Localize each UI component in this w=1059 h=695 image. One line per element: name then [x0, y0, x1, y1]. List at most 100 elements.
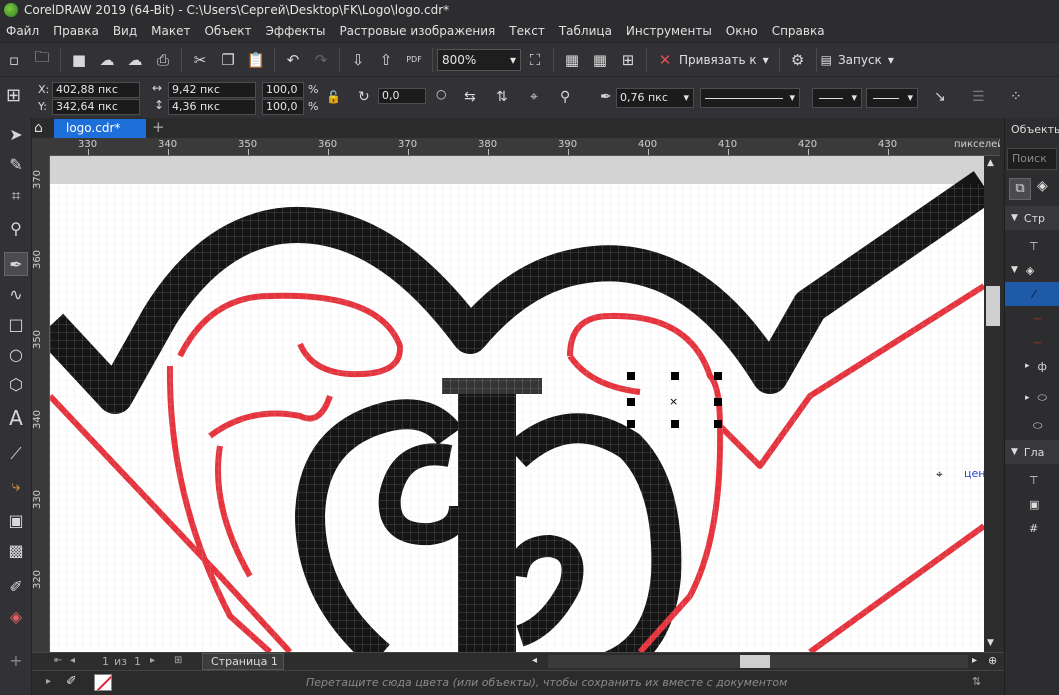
- pdf-export-icon[interactable]: PDF: [400, 46, 428, 74]
- rectangle-tool-icon[interactable]: □: [4, 312, 28, 336]
- expand-triangle-icon[interactable]: ▸: [1025, 393, 1030, 403]
- lock-ratio-icon[interactable]: 🔓: [326, 90, 341, 104]
- paste-icon[interactable]: 📋: [242, 46, 270, 74]
- ruler-origin-corner[interactable]: [32, 138, 50, 156]
- zoom-tool-icon[interactable]: ⚲: [4, 216, 28, 240]
- master-grid-row[interactable]: #: [1005, 516, 1059, 540]
- menu-text[interactable]: Текст: [509, 24, 545, 38]
- collapse-triangle-icon[interactable]: ▼: [1011, 447, 1018, 457]
- print-icon[interactable]: ⎙: [149, 46, 177, 74]
- copy-icon[interactable]: ❐: [214, 46, 242, 74]
- cloud-upload-icon[interactable]: ☁: [93, 46, 121, 74]
- height-field[interactable]: 4,36 пкс: [168, 99, 256, 115]
- page-tab[interactable]: Страница 1: [202, 653, 284, 670]
- end-arrow-select[interactable]: ▾: [866, 88, 918, 108]
- object-origin-icon[interactable]: ⊞: [6, 85, 21, 106]
- add-tab-icon[interactable]: +: [152, 118, 165, 136]
- connector-tool-icon[interactable]: ⤷: [4, 474, 28, 498]
- vertical-ruler[interactable]: 370 360 350 340 330 320: [32, 156, 50, 652]
- quick-trace-icon[interactable]: ⁘: [1010, 89, 1022, 105]
- scroll-up-icon[interactable]: ▲: [987, 158, 994, 168]
- horizontal-ruler[interactable]: 330 340 350 360 370 380 390 400 410 420 430 пикселе…: [50, 138, 1000, 156]
- collapse-triangle-icon[interactable]: ▼: [1011, 213, 1018, 223]
- menu-table[interactable]: Таблица: [559, 24, 612, 38]
- object-row[interactable]: ~: [1005, 306, 1059, 330]
- close-curve-icon[interactable]: ↘: [934, 89, 946, 105]
- layer-row[interactable]: ▼ ◈: [1005, 258, 1059, 282]
- cloud-download-icon[interactable]: ☁: [121, 46, 149, 74]
- scroll-right-icon[interactable]: ▸: [972, 655, 977, 666]
- open-folder-icon[interactable]: 🗀: [28, 46, 56, 74]
- snap-to-dropdown[interactable]: Привязать к ▾: [679, 53, 769, 67]
- prev-page-icon[interactable]: ◂: [70, 655, 75, 666]
- artistic-media-icon[interactable]: ∿: [4, 282, 28, 306]
- horizontal-scroll-thumb[interactable]: [740, 655, 770, 668]
- rotation-field[interactable]: 0,0: [378, 88, 426, 104]
- first-page-icon[interactable]: ⇤: [54, 655, 62, 666]
- vertical-scroll-thumb[interactable]: [986, 286, 1000, 326]
- layers-icon[interactable]: ◈: [1037, 178, 1048, 194]
- line-style-select[interactable]: ▾: [700, 88, 800, 108]
- page-view-icon[interactable]: ⧉: [1009, 178, 1031, 200]
- ellipse-tool-icon[interactable]: ○: [4, 342, 28, 366]
- eyedropper-small-icon[interactable]: ✐: [66, 674, 77, 689]
- group-row[interactable]: ▸ ф: [1005, 354, 1059, 378]
- outline-width-field[interactable]: 0,76 пкс ▾: [616, 88, 694, 108]
- redo-icon[interactable]: ↷: [307, 46, 335, 74]
- zoom-level-select[interactable]: 800% ▾: [437, 48, 521, 71]
- new-document-icon[interactable]: ▫: [0, 46, 28, 74]
- drop-shadow-icon[interactable]: ▣: [4, 508, 28, 532]
- node-edit-icon[interactable]: ⌖: [530, 89, 538, 105]
- pick-tool-icon[interactable]: ➤: [4, 122, 28, 146]
- export-icon[interactable]: ⇧: [372, 46, 400, 74]
- mirror-horizontal-icon[interactable]: ⇆: [464, 89, 476, 105]
- reduce-nodes-icon[interactable]: ⚲: [560, 89, 570, 105]
- full-screen-icon[interactable]: ⛶: [521, 46, 549, 74]
- show-guidelines-icon[interactable]: ⊞: [614, 46, 642, 74]
- add-page-icon[interactable]: ⊞: [174, 655, 182, 666]
- menu-bitmaps[interactable]: Растровые изображения: [339, 24, 495, 38]
- object-row[interactable]: ⬭: [1005, 414, 1059, 438]
- objects-search-field[interactable]: Поиск: [1007, 148, 1057, 170]
- import-icon[interactable]: ⇩: [344, 46, 372, 74]
- text-tool-icon[interactable]: A: [4, 406, 28, 430]
- polygon-tool-icon[interactable]: ⬡: [4, 372, 28, 396]
- launch-dropdown[interactable]: ▤ Запуск ▾: [821, 53, 894, 67]
- menu-window[interactable]: Окно: [726, 24, 758, 38]
- undo-icon[interactable]: ↶: [279, 46, 307, 74]
- menu-effects[interactable]: Эффекты: [265, 24, 325, 38]
- navigator-zoom-icon[interactable]: ⊕: [988, 654, 997, 667]
- menu-edit[interactable]: Правка: [53, 24, 99, 38]
- scroll-down-icon[interactable]: ▼: [987, 638, 994, 648]
- master-guides-row[interactable]: ⊤: [1005, 468, 1059, 492]
- mirror-vertical-icon[interactable]: ⇅: [496, 89, 508, 105]
- crop-tool-icon[interactable]: ⌗: [4, 184, 28, 208]
- drawing-canvas[interactable]: × ⌖ цен: [50, 156, 984, 652]
- options-gear-icon[interactable]: ⚙: [784, 46, 812, 74]
- home-icon[interactable]: ⌂: [34, 120, 43, 136]
- width-field[interactable]: 9,42 пкс: [168, 82, 256, 98]
- show-grid-icon[interactable]: ▦: [586, 46, 614, 74]
- object-row[interactable]: ~: [1005, 330, 1059, 354]
- scroll-left-icon[interactable]: ◂: [532, 655, 537, 666]
- group-row[interactable]: ▸ ⬭: [1005, 386, 1059, 410]
- save-icon[interactable]: ■: [65, 46, 93, 74]
- menu-view[interactable]: Вид: [113, 24, 137, 38]
- palette-scroll-icon[interactable]: ⇅: [972, 675, 981, 688]
- menu-help[interactable]: Справка: [772, 24, 825, 38]
- master-desktop-row[interactable]: ▣: [1005, 492, 1059, 516]
- palette-arrow-icon[interactable]: ▸: [46, 676, 51, 687]
- guides-layer-row[interactable]: ⊤: [1005, 234, 1059, 258]
- interactive-fill-icon[interactable]: ◈: [4, 604, 28, 628]
- transparency-icon[interactable]: ▩: [4, 538, 28, 562]
- dimension-tool-icon[interactable]: ⟋: [4, 442, 28, 466]
- add-tool-icon[interactable]: +: [4, 648, 28, 672]
- document-tab[interactable]: logo.cdr*: [54, 119, 146, 138]
- outline-pen-icon[interactable]: ✒: [600, 89, 612, 105]
- shape-tool-icon[interactable]: ✎: [4, 152, 28, 176]
- snap-off-icon[interactable]: ✕: [651, 46, 679, 74]
- expand-triangle-icon[interactable]: ▼: [1011, 265, 1018, 275]
- cut-icon[interactable]: ✂: [186, 46, 214, 74]
- vertical-scrollbar[interactable]: ▲ ▼: [984, 156, 1002, 652]
- scale-height-field[interactable]: 100,0: [262, 99, 304, 115]
